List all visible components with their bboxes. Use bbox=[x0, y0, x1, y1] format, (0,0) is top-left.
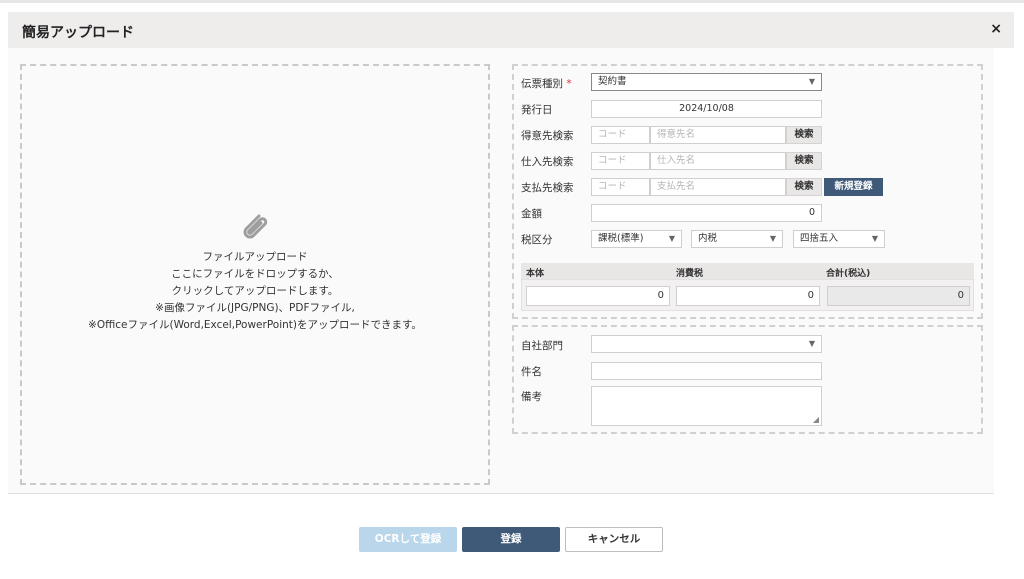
subject-input[interactable] bbox=[591, 362, 822, 380]
paperclip-icon bbox=[243, 214, 268, 239]
total-amount-field: 0 bbox=[827, 286, 970, 306]
department-select[interactable]: ▼ bbox=[591, 335, 822, 353]
chevron-down-icon: ▼ bbox=[808, 77, 815, 86]
supplier-code-input[interactable]: コード bbox=[591, 152, 650, 170]
issue-date-label: 発行日 bbox=[521, 104, 553, 116]
dropzone-line: ※Officeファイル(Word,Excel,PowerPoint)をアップロー… bbox=[88, 319, 422, 331]
table-header-cell: 合計(税込) bbox=[826, 269, 871, 279]
supplier-search-button[interactable]: 検索 bbox=[786, 152, 822, 170]
tax-category-label: 税区分 bbox=[521, 234, 553, 246]
department-label: 自社部門 bbox=[521, 340, 563, 352]
payee-search-label: 支払先検索 bbox=[521, 182, 574, 194]
tax-rounding-select[interactable]: 四捨五入 ▼ bbox=[793, 230, 885, 248]
dropzone-line: クリックしてアップロードします。 bbox=[171, 285, 339, 297]
dialog-header: 簡易アップロード × bbox=[8, 12, 1014, 48]
supplier-name-input[interactable]: 仕入先名 bbox=[650, 152, 786, 170]
issue-date-field[interactable]: 2024/10/08 bbox=[591, 100, 822, 118]
customer-search-label: 得意先検索 bbox=[521, 130, 574, 142]
payee-search-button[interactable]: 検索 bbox=[786, 178, 822, 196]
consumption-tax-input[interactable]: 0 bbox=[676, 286, 820, 306]
table-header-cell: 本体 bbox=[526, 269, 545, 279]
dropzone-line: ここにファイルをドロップするか、 bbox=[171, 268, 339, 280]
customer-search-button[interactable]: 検索 bbox=[786, 126, 822, 144]
payee-code-input[interactable]: コード bbox=[591, 178, 650, 196]
register-button[interactable]: 登録 bbox=[462, 527, 560, 552]
dropzone-instructions: ファイルアップロード ここにファイルをドロップするか、 クリックしてアップロード… bbox=[20, 249, 490, 334]
amount-input[interactable]: 0 bbox=[591, 204, 822, 222]
remarks-textarea[interactable]: ◢ bbox=[591, 386, 822, 426]
chevron-down-icon: ▼ bbox=[769, 234, 776, 243]
cancel-button[interactable]: キャンセル bbox=[565, 527, 663, 552]
remarks-label: 備考 bbox=[521, 391, 542, 403]
table-header-cell: 消費税 bbox=[676, 269, 704, 279]
ocr-register-button[interactable]: OCRして登録 bbox=[359, 527, 457, 552]
resize-grip-icon[interactable]: ◢ bbox=[813, 415, 819, 424]
background-strip bbox=[0, 0, 1024, 3]
voucher-type-label: 伝票種別 * bbox=[521, 78, 572, 90]
tax-method-select[interactable]: 内税 ▼ bbox=[691, 230, 783, 248]
payee-name-input[interactable]: 支払先名 bbox=[650, 178, 786, 196]
breakdown-table-header: 本体 消費税 合計(税込) bbox=[521, 263, 974, 279]
new-register-button[interactable]: 新規登録 bbox=[824, 178, 883, 196]
supplier-search-label: 仕入先検索 bbox=[521, 156, 574, 168]
customer-name-input[interactable]: 得意先名 bbox=[650, 126, 786, 144]
chevron-down-icon: ▼ bbox=[668, 234, 675, 243]
close-icon[interactable]: × bbox=[990, 21, 1002, 37]
customer-code-input[interactable]: コード bbox=[591, 126, 650, 144]
dropzone-line: ※画像ファイル(JPG/PNG)、PDFファイル, bbox=[155, 302, 355, 314]
chevron-down-icon: ▼ bbox=[871, 234, 878, 243]
amount-label: 金額 bbox=[521, 208, 542, 220]
required-mark: * bbox=[566, 78, 572, 90]
chevron-down-icon: ▼ bbox=[808, 339, 815, 348]
base-amount-input[interactable]: 0 bbox=[526, 286, 670, 306]
subject-label: 件名 bbox=[521, 366, 542, 378]
dropzone-line: ファイルアップロード bbox=[202, 251, 308, 263]
dialog-title: 簡易アップロード bbox=[22, 25, 134, 41]
voucher-type-select[interactable]: 契約書 ▼ bbox=[591, 73, 822, 91]
breakdown-table-row: 0 0 0 bbox=[521, 279, 974, 311]
tax-type-select[interactable]: 課税(標準) ▼ bbox=[591, 230, 682, 248]
